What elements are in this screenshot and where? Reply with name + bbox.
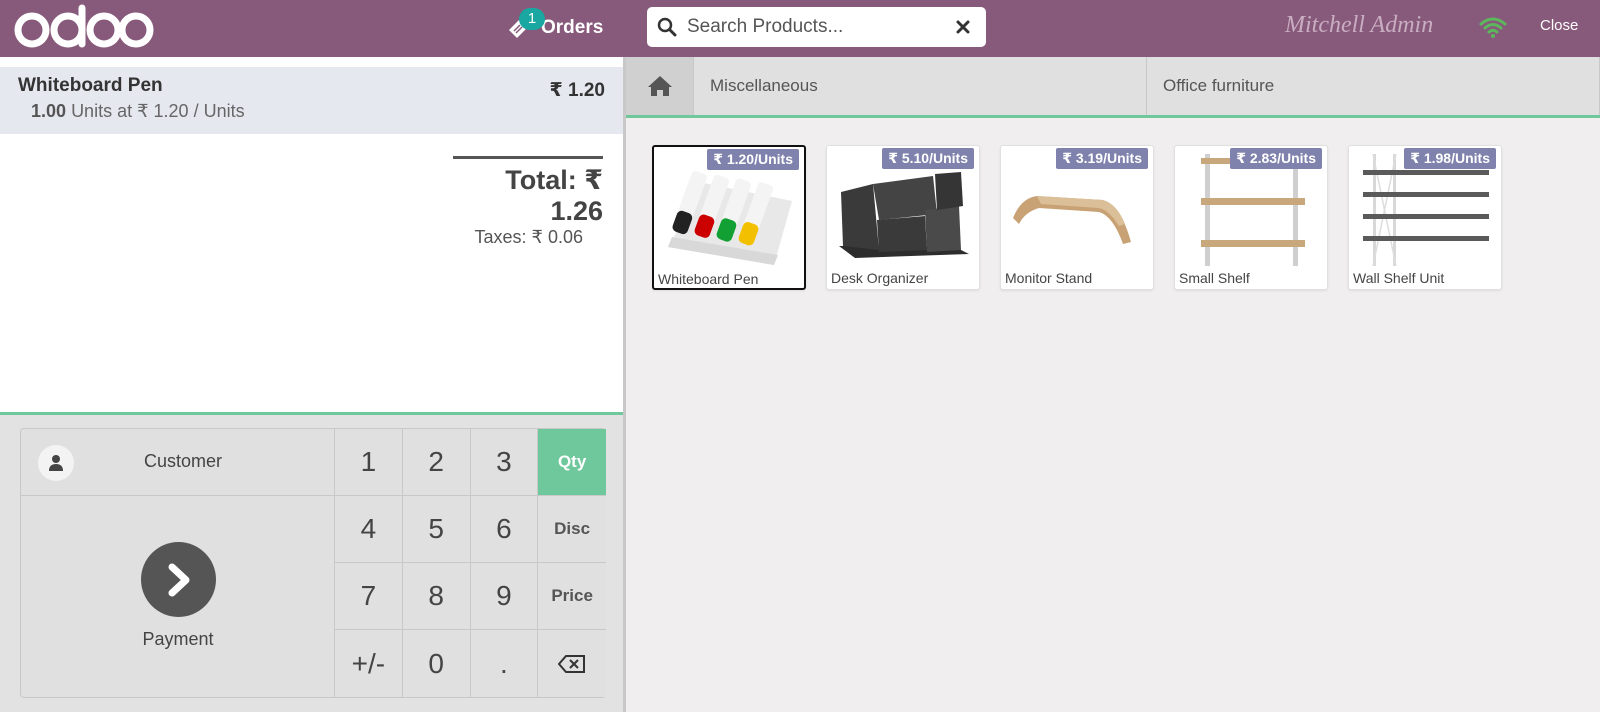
qty-mode-button[interactable]: Qty [538, 429, 606, 496]
product-name: Wall Shelf Unit [1353, 270, 1445, 286]
product-name: Whiteboard Pen [658, 271, 759, 287]
product-list: ₹ 1.20/Units Whiteboard Pen ₹ 5.10/Units [652, 145, 1502, 290]
numpad-key-2[interactable]: 2 [402, 429, 471, 496]
order-total: Total: ₹ 1.26 [505, 165, 603, 226]
monitor-stand-image [1013, 196, 1131, 244]
customer-label: Customer [143, 451, 223, 471]
top-bar: 1 Orders Mitchell Admin Close [0, 0, 1600, 57]
numpad: 1 2 3 Qty 4 5 6 Disc 7 8 9 Price +/- 0 . [335, 429, 606, 697]
numpad-key-1[interactable]: 1 [335, 429, 403, 496]
product-price-tag: ₹ 1.20/Units [707, 149, 799, 170]
product-card-monitor-stand[interactable]: ₹ 3.19/Units Monitor Stand [1000, 145, 1154, 290]
product-name: Monitor Stand [1005, 270, 1093, 286]
orders-count-badge: 1 [519, 8, 545, 30]
product-card-whiteboard-pen[interactable]: ₹ 1.20/Units Whiteboard Pen [652, 145, 806, 290]
order-line-price: ₹ 1.20 [549, 80, 605, 101]
numpad-key-3[interactable]: 3 [470, 429, 539, 496]
control-pad: Customer Payment 1 2 3 Qty 4 5 6 Disc 7 [20, 428, 606, 698]
category-office-furniture[interactable]: Office furniture [1147, 57, 1600, 115]
numpad-key-decimal[interactable]: . [470, 630, 539, 697]
product-card-wall-shelf-unit[interactable]: ₹ 1.98/Units Wall Shelf Unit [1348, 145, 1502, 290]
control-panel: Customer Payment 1 2 3 Qty 4 5 6 Disc 7 [0, 412, 623, 712]
product-price-tag: ₹ 1.98/Units [1404, 148, 1496, 169]
category-miscellaneous[interactable]: Miscellaneous [694, 57, 1147, 115]
order-line-info: 1.00 Units at ₹ 1.20 / Units [18, 101, 605, 122]
search-icon [647, 7, 687, 47]
payment-button[interactable]: Payment [21, 496, 335, 698]
product-price-tag: ₹ 2.83/Units [1230, 148, 1322, 169]
small-shelf-image [1201, 154, 1305, 266]
numpad-key-7[interactable]: 7 [335, 563, 403, 630]
product-price-tag: ₹ 3.19/Units [1056, 148, 1148, 169]
home-category-button[interactable] [626, 57, 694, 115]
search-box [647, 7, 986, 47]
wifi-icon [1479, 17, 1507, 38]
numpad-key-4[interactable]: 4 [335, 496, 403, 563]
backspace-icon [558, 654, 586, 673]
numpad-key-9[interactable]: 9 [470, 563, 539, 630]
whiteboard-pen-image [668, 171, 792, 265]
order-pane: Whiteboard Pen ₹ 1.20 1.00 Units at ₹ 1.… [0, 57, 626, 712]
orders-label: Orders [541, 17, 604, 38]
disc-mode-button[interactable]: Disc [538, 496, 606, 563]
product-name: Desk Organizer [831, 270, 929, 286]
price-mode-button[interactable]: Price [538, 563, 606, 630]
numpad-key-0[interactable]: 0 [402, 630, 471, 697]
backspace-button[interactable] [538, 630, 606, 697]
product-screen: Miscellaneous Office furniture ₹ 1.20/Un… [626, 57, 1600, 712]
odoo-logo [14, 4, 154, 48]
desk-organizer-image [839, 172, 969, 258]
product-price-tag: ₹ 5.10/Units [882, 148, 974, 169]
customer-button[interactable]: Customer [21, 429, 335, 496]
product-card-small-shelf[interactable]: ₹ 2.83/Units Small Shelf [1174, 145, 1328, 290]
order-line[interactable]: Whiteboard Pen ₹ 1.20 1.00 Units at ₹ 1.… [0, 67, 623, 134]
summary-divider [453, 156, 603, 159]
order-summary: Total: ₹ 1.26 Taxes: ₹ 0.06 [453, 156, 603, 248]
order-line-qty: 1.00 [31, 101, 67, 121]
category-bar: Miscellaneous Office furniture [626, 57, 1600, 118]
order-line-unit-info: Units at ₹ 1.20 / Units [71, 101, 245, 121]
orders-button[interactable]: 1 Orders [505, 8, 604, 46]
payment-label: Payment [142, 629, 214, 649]
wall-shelf-image [1363, 154, 1489, 266]
home-icon [647, 76, 672, 96]
numpad-key-plus-minus[interactable]: +/- [335, 630, 403, 697]
chevron-right-icon [141, 542, 216, 617]
numpad-key-6[interactable]: 6 [470, 496, 539, 563]
cashier-name[interactable]: Mitchell Admin [1285, 12, 1433, 39]
order-taxes: Taxes: ₹ 0.06 [474, 227, 583, 247]
numpad-key-5[interactable]: 5 [402, 496, 471, 563]
product-card-desk-organizer[interactable]: ₹ 5.10/Units Desk Organizer [826, 145, 980, 290]
search-input[interactable] [687, 12, 937, 42]
clear-search-icon[interactable] [952, 16, 974, 38]
close-button[interactable]: Close [1540, 17, 1578, 34]
ticket-icon: 1 [505, 8, 545, 42]
product-name: Small Shelf [1179, 270, 1250, 286]
order-line-product: Whiteboard Pen [18, 75, 163, 96]
numpad-key-8[interactable]: 8 [402, 563, 471, 630]
